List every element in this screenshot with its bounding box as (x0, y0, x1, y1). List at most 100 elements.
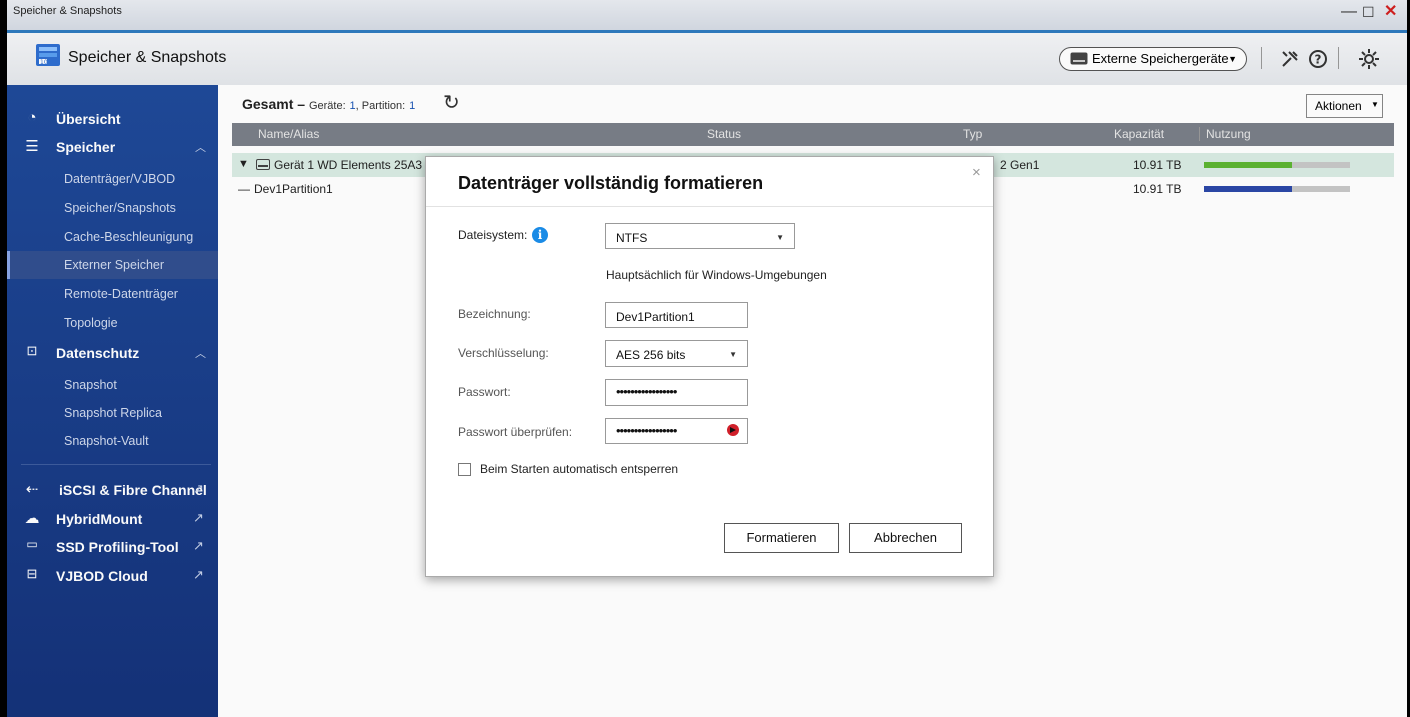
tools-icon[interactable] (1280, 49, 1300, 69)
window-title: Speicher & Snapshots (13, 5, 122, 17)
label-input[interactable]: Dev1Partition1 (605, 302, 748, 328)
encryption-label: Verschlüsselung: (458, 346, 549, 360)
sidebar-item-vjbod-cloud[interactable]: ⊟ VJBOD Cloud ↗ (7, 562, 218, 590)
sidebar-item-label: VJBOD Cloud (56, 568, 148, 584)
filesystem-hint: Hauptsächlich für Windows-Umgebungen (606, 268, 827, 282)
column-capacity[interactable]: Kapazität (1114, 127, 1164, 141)
partition-capacity: 10.91 TB (1133, 182, 1182, 196)
sidebar-item-iscsi[interactable]: ⇠ iSCSI & Fibre Channel ↗ (7, 476, 218, 504)
filesystem-select[interactable]: NTFS ▼ (605, 223, 795, 249)
password-value: ••••••••••••••••• (616, 384, 677, 399)
auto-unlock-label[interactable]: Beim Starten automatisch entsperren (480, 462, 678, 476)
sidebar-item-topology[interactable]: Topologie (7, 309, 218, 337)
vjbod-cloud-icon: ⊟ (26, 566, 38, 581)
tree-line: — (238, 182, 250, 196)
usb-drive-icon (256, 159, 270, 170)
filesystem-value: NTFS (616, 231, 648, 245)
settings-gear-icon[interactable] (1357, 47, 1381, 71)
external-link-icon: ↗ (193, 481, 204, 496)
sidebar-item-label: iSCSI & Fibre Channel (59, 482, 207, 498)
sidebar-item-storage[interactable]: ☰ Speicher ︿ (7, 133, 218, 161)
chevron-up-icon[interactable]: ︿ (195, 345, 206, 361)
column-name[interactable]: Name/Alias (258, 127, 319, 141)
sidebar-item-label: Snapshot (64, 378, 117, 392)
sidebar-item-data-protection[interactable]: ⊡ Datenschutz ︿ (7, 339, 218, 367)
sidebar-item-label: Cache-Beschleunigung (64, 230, 194, 244)
encryption-select[interactable]: AES 256 bits ▼ (605, 340, 748, 367)
sidebar-item-ssd-profiling[interactable]: ▭ SSD Profiling-Tool ↗ (7, 533, 218, 561)
header-divider (1261, 47, 1262, 69)
actions-dropdown[interactable]: Aktionen ▼ (1306, 94, 1383, 118)
column-status[interactable]: Status (707, 127, 741, 141)
password-input[interactable]: ••••••••••••••••• (605, 379, 748, 406)
close-icon[interactable]: × (972, 164, 981, 181)
app-header: 10 Speicher & Snapshots Externe Speicher… (7, 33, 1407, 86)
sidebar-item-label: Datenschutz (56, 345, 140, 361)
usage-bar (1204, 162, 1350, 168)
device-type: 2 Gen1 (1000, 158, 1040, 172)
sidebar-item-overview[interactable]: ◔ Übersicht (7, 105, 218, 133)
actions-label: Aktionen (1315, 99, 1362, 113)
external-devices-label: Externe Speichergeräte (1092, 51, 1229, 66)
dialog-divider (426, 206, 993, 207)
external-drive-icon (1070, 52, 1088, 65)
cancel-button[interactable]: Abbrechen (849, 523, 962, 553)
window-titlebar: Speicher & Snapshots — ☐ ✕ (7, 0, 1407, 33)
label-value: Dev1Partition1 (616, 310, 695, 324)
auto-unlock-checkbox[interactable] (458, 463, 471, 476)
sidebar-item-snapshot-replica[interactable]: Snapshot Replica (7, 399, 218, 427)
sidebar-item-hybridmount[interactable]: ☁ HybridMount ↗ (7, 505, 218, 533)
summary-dash: – (297, 96, 306, 112)
chevron-down-icon: ▼ (776, 233, 784, 242)
speedometer-icon: ◔ (27, 109, 37, 126)
column-usage[interactable]: Nutzung (1199, 127, 1251, 141)
sidebar-item-label: Remote-Datenträger (64, 287, 178, 301)
refresh-icon[interactable]: ↻ (443, 90, 460, 115)
sidebar-item-disks-vjbod[interactable]: Datenträger/VJBOD (7, 165, 218, 193)
summary-heading: Gesamt (242, 96, 294, 112)
external-link-icon: ↗ (193, 538, 204, 553)
sidebar-item-label: Externer Speicher (64, 258, 165, 272)
sidebar-item-label: Snapshot Replica (64, 406, 162, 420)
svg-text:10: 10 (40, 59, 48, 66)
sidebar-item-label: Speicher/Snapshots (64, 201, 176, 215)
sidebar: ◔ Übersicht ☰ Speicher ︿ Datenträger/VJB… (7, 85, 221, 717)
table-header: Name/Alias Status Typ Kapazität Nutzung (232, 123, 1394, 146)
sidebar-item-remote-disks[interactable]: Remote-Datenträger (7, 280, 218, 308)
chevron-down-icon[interactable]: ▼ (238, 158, 249, 170)
protection-icon: ⊡ (26, 343, 38, 358)
sidebar-item-label: Datenträger/VJBOD (64, 172, 176, 186)
sidebar-divider (21, 464, 211, 465)
maximize-button[interactable]: ☐ (1362, 4, 1375, 20)
chevron-up-icon[interactable]: ︿ (195, 139, 206, 155)
filesystem-label: Dateisystem: (458, 228, 528, 242)
sidebar-item-cache-acceleration[interactable]: Cache-Beschleunigung (7, 223, 218, 251)
sidebar-item-snapshot-vault[interactable]: Snapshot-Vault (7, 427, 218, 455)
sidebar-item-label: Topologie (64, 316, 118, 330)
external-link-icon: ↗ (193, 567, 204, 582)
minimize-button[interactable]: — (1341, 4, 1357, 20)
chevron-down-icon: ▼ (1228, 54, 1237, 64)
password-verify-value: ••••••••••••••••• (616, 423, 677, 438)
cursor-icon (727, 424, 739, 436)
sidebar-item-snapshot[interactable]: Snapshot (7, 371, 218, 399)
password-verify-input[interactable]: ••••••••••••••••• (605, 418, 748, 444)
usage-bar (1204, 186, 1350, 192)
format-button[interactable]: Formatieren (724, 523, 839, 553)
sidebar-item-label: Snapshot-Vault (64, 434, 149, 448)
sidebar-item-external-storage[interactable]: Externer Speicher (7, 251, 221, 279)
partition-count: 1 (409, 100, 416, 112)
chevron-down-icon: ▼ (729, 350, 737, 359)
sidebar-item-label: Speicher (56, 139, 116, 155)
sidebar-item-storage-snapshots[interactable]: Speicher/Snapshots (7, 194, 218, 222)
column-type[interactable]: Typ (963, 127, 982, 141)
close-button[interactable]: ✕ (1384, 4, 1397, 20)
info-icon[interactable]: i (532, 227, 548, 243)
sidebar-item-label: Übersicht (56, 111, 121, 127)
external-devices-dropdown[interactable]: Externe Speichergeräte ▼ (1059, 47, 1247, 71)
help-icon[interactable]: ? (1308, 49, 1328, 69)
partition-name: Dev1Partition1 (254, 182, 333, 196)
ssd-icon: ▭ (26, 537, 38, 551)
label-label: Bezeichnung: (458, 307, 531, 321)
usage-fill (1204, 186, 1292, 192)
